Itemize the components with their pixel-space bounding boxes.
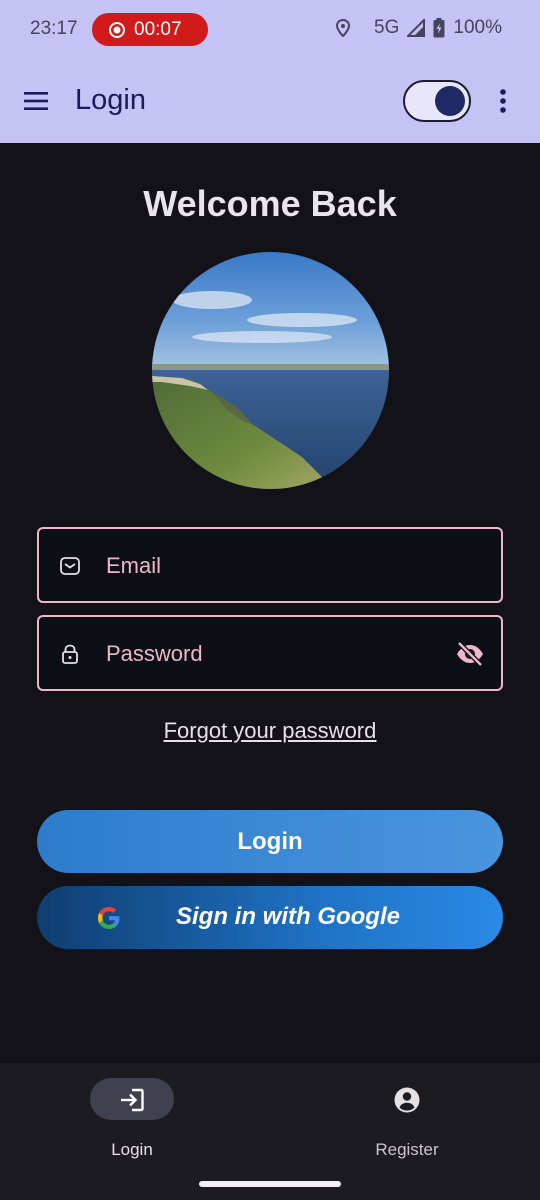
welcome-heading: Welcome Back <box>143 183 397 224</box>
nav-item-register[interactable]: Register <box>332 1077 482 1167</box>
email-label: Email <box>106 553 162 578</box>
recording-time: 00:07 <box>134 18 182 40</box>
login-icon <box>121 1088 144 1112</box>
login-button-label: Login <box>237 827 303 855</box>
coastal-landscape-photo <box>152 252 389 489</box>
forgot-password-link[interactable]: Forgot your password <box>0 718 540 744</box>
top-app-bar: Login <box>0 60 540 143</box>
password-field[interactable]: Password <box>37 615 503 691</box>
home-indicator[interactable] <box>199 1181 341 1187</box>
battery-charging-icon <box>433 18 445 38</box>
battery-level: 100% <box>453 17 502 38</box>
lock-icon <box>62 644 78 664</box>
email-field[interactable]: Email <box>37 527 503 603</box>
login-button[interactable]: Login <box>37 810 503 873</box>
google-sign-in-button[interactable]: Sign in with Google <box>37 886 503 949</box>
record-icon <box>109 21 125 38</box>
nav-label-register: Register <box>375 1140 439 1159</box>
status-icons: 5G 100% <box>336 17 502 39</box>
nav-item-login[interactable]: Login <box>57 1077 207 1167</box>
signal-icon <box>407 19 426 37</box>
page-title: Login <box>75 84 146 116</box>
status-time: 23:17 <box>30 18 78 39</box>
more-vert-icon[interactable] <box>494 87 512 117</box>
google-button-label: Sign in with Google <box>176 903 400 930</box>
menu-icon[interactable] <box>22 88 52 114</box>
toggle-knob <box>435 86 465 116</box>
avatar <box>152 252 389 489</box>
account-circle-icon <box>394 1087 420 1113</box>
forgot-password-text: Forgot your password <box>163 718 377 743</box>
mail-icon <box>60 557 80 575</box>
screen-recording-chip[interactable]: 00:07 <box>92 13 208 46</box>
status-bar: 23:17 00:07 5G 100% <box>0 0 540 60</box>
bottom-navigation: Login Register <box>0 1063 540 1200</box>
location-icon <box>336 19 351 37</box>
nav-label-login: Login <box>111 1140 153 1159</box>
network-type: 5G <box>374 17 400 38</box>
visibility-off-icon[interactable] <box>455 641 485 667</box>
theme-toggle[interactable] <box>403 80 471 122</box>
password-label: Password <box>106 641 203 666</box>
